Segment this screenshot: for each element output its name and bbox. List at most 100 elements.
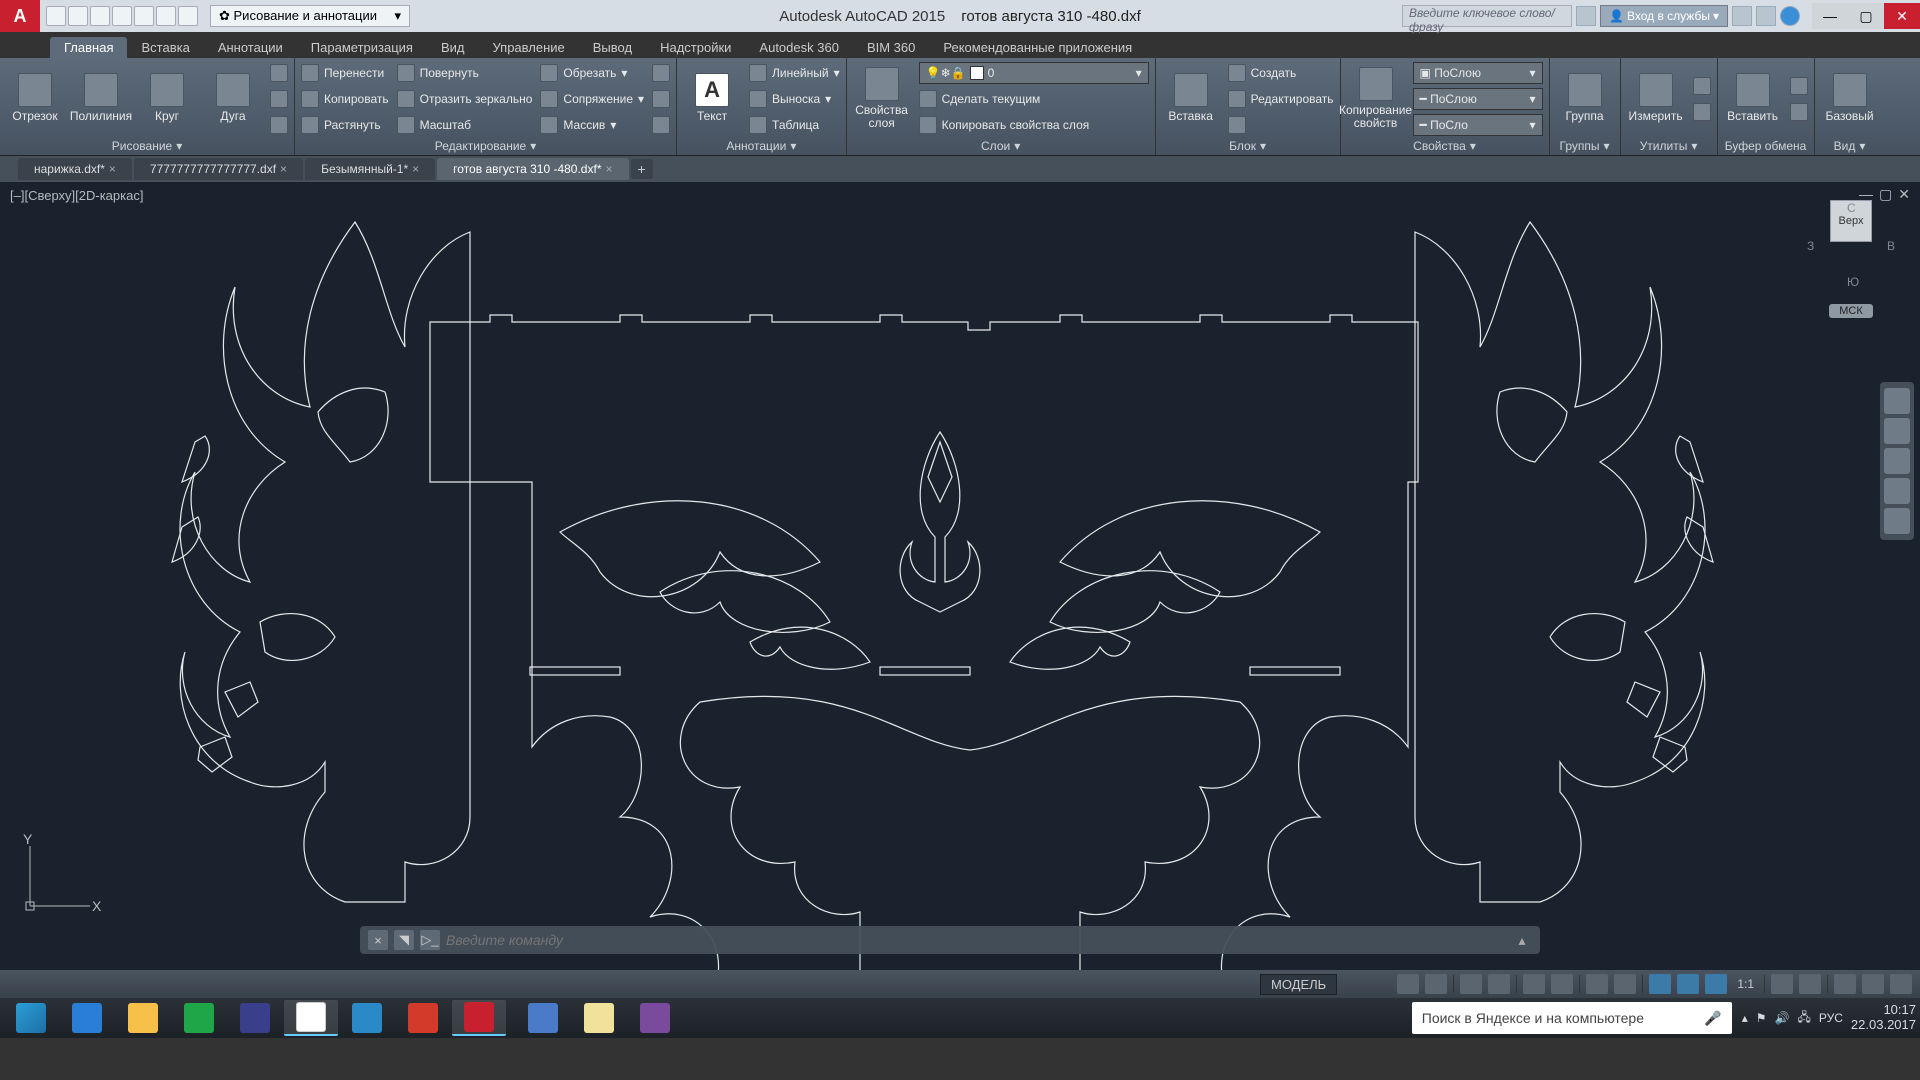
yandex-search[interactable]: Поиск в Яндексе и на компьютере 🎤 [1412,1002,1732,1034]
customize-status-icon[interactable] [1890,974,1912,994]
array-button[interactable]: Массив ▾ [540,114,644,136]
tab-view[interactable]: Вид [427,37,479,58]
tray-clock[interactable]: 10:17 22.03.2017 [1851,1003,1916,1033]
table-button[interactable]: Таблица [749,114,840,136]
arc-button[interactable]: Дуга [204,73,262,123]
tray-volume-icon[interactable]: 🔊 [1775,1011,1790,1025]
clean-screen-icon[interactable] [1862,974,1884,994]
group-button[interactable]: Группа [1556,73,1614,123]
tab-manage[interactable]: Управление [478,37,578,58]
infocenter-search[interactable]: Введите ключевое слово/фразу [1402,5,1572,27]
anno-visibility-icon[interactable] [1705,974,1727,994]
layer-props-button[interactable]: Свойства слоя [853,67,911,130]
otrack-toggle-icon[interactable] [1551,974,1573,994]
taskbar-store[interactable] [172,1000,226,1036]
taskbar-browser[interactable] [340,1000,394,1036]
taskbar-chrome[interactable] [284,1000,338,1036]
tab-output[interactable]: Вывод [579,37,646,58]
osnap-toggle-icon[interactable] [1523,974,1545,994]
polar-toggle-icon[interactable] [1488,974,1510,994]
scale-button[interactable]: Масштаб [397,114,533,136]
cut-button[interactable] [1790,75,1808,97]
hardware-accel-icon[interactable] [1799,974,1821,994]
selection-cycling-icon[interactable] [1649,974,1671,994]
modify-extra-2[interactable] [652,88,670,110]
app-menu[interactable]: A [0,0,40,32]
file-tab-0[interactable]: нарижка.dxf*× [18,158,132,180]
make-current-button[interactable]: Сделать текущим [919,88,1149,110]
taskbar-autocad[interactable] [452,1000,506,1036]
scale-button[interactable]: 1:1 [1733,977,1758,991]
create-block-button[interactable]: Создать [1228,62,1334,84]
layer-selector[interactable]: 💡❄🔒0▾ [919,62,1149,84]
insert-block-button[interactable]: Вставка [1162,73,1220,123]
text-button[interactable]: AТекст [683,73,741,123]
match-props-button[interactable]: Копирование свойств [1347,67,1405,130]
taskbar-ie[interactable] [60,1000,114,1036]
qat-redo-icon[interactable] [178,6,198,26]
draw-flyout-3[interactable] [270,114,288,136]
transparency-toggle-icon[interactable] [1614,974,1636,994]
cmd-recent-icon[interactable]: ▴ [1512,932,1532,949]
leader-button[interactable]: Выноска ▾ [749,88,840,110]
window-restore[interactable]: ▢ [1848,3,1884,29]
grid-toggle-icon[interactable] [1397,974,1419,994]
linetype-selector[interactable]: ━ ПоСло▾ [1413,114,1543,136]
tab-featured[interactable]: Рекомендованные приложения [929,37,1146,58]
tab-a360[interactable]: Autodesk 360 [745,37,853,58]
modify-extra-1[interactable] [652,62,670,84]
taskbar-winrar[interactable] [628,1000,682,1036]
base-view-button[interactable]: Базовый [1821,73,1879,123]
lineweight-toggle-icon[interactable] [1586,974,1608,994]
mic-icon[interactable]: 🎤 [1704,1010,1721,1027]
fillet-button[interactable]: Сопряжение ▾ [540,88,644,110]
taskbar-explorer[interactable] [116,1000,170,1036]
model-space-button[interactable]: МОДЕЛЬ [1260,974,1337,995]
tab-parametric[interactable]: Параметризация [297,37,427,58]
ortho-toggle-icon[interactable] [1460,974,1482,994]
util-2[interactable] [1693,101,1711,123]
polyline-button[interactable]: Полилиния [72,73,130,123]
circle-button[interactable]: Круг [138,73,196,123]
drawing-canvas[interactable]: [–][Сверху][2D-каркас] — ▢ ✕ С В Ю З Вер… [0,182,1920,970]
rotate-button[interactable]: Повернуть [397,62,533,84]
draw-flyout-2[interactable] [270,88,288,110]
tab-home[interactable]: Главная [50,37,127,58]
tab-bim360[interactable]: BIM 360 [853,37,929,58]
cmd-history-icon[interactable]: ◥ [394,930,414,950]
file-tab-3[interactable]: готов августа 310 -480.dxf*× [437,158,628,180]
lineweight-selector[interactable]: ━ ПоСлою▾ [1413,88,1543,110]
tray-language[interactable]: РУС [1819,1011,1843,1025]
util-1[interactable] [1693,75,1711,97]
match-layer-button[interactable]: Копировать свойства слоя [919,114,1149,136]
measure-button[interactable]: Измерить [1627,73,1685,123]
window-minimize[interactable]: — [1812,3,1848,29]
block-extra[interactable] [1228,114,1334,136]
exchange-icon[interactable] [1732,6,1752,26]
window-close[interactable]: ✕ [1884,3,1920,29]
command-line[interactable]: × ◥ ▷_ ▴ [360,926,1540,954]
draw-flyout-1[interactable] [270,62,288,84]
paste-button[interactable]: Вставить [1724,73,1782,123]
stay-connected-icon[interactable] [1756,6,1776,26]
mirror-button[interactable]: Отразить зеркально [397,88,533,110]
tab-addins[interactable]: Надстройки [646,37,745,58]
cmd-close-icon[interactable]: × [368,930,388,950]
taskbar-app-1[interactable] [516,1000,570,1036]
command-input[interactable] [446,932,1506,948]
trim-button[interactable]: Обрезать ▾ [540,62,644,84]
anno-scale-icon[interactable] [1677,974,1699,994]
color-selector[interactable]: ▣ ПоСлою▾ [1413,62,1543,84]
sign-in-button[interactable]: 👤Вход в службы▾ [1600,5,1728,27]
file-tab-2[interactable]: Безымянный-1*× [305,158,435,180]
tray-action-center-icon[interactable]: ⚑ [1756,1011,1767,1025]
qat-plot-icon[interactable] [134,6,154,26]
copy-clip-button[interactable] [1790,101,1808,123]
qat-saveas-icon[interactable] [112,6,132,26]
line-button[interactable]: Отрезок [6,73,64,123]
taskbar-solidworks[interactable] [396,1000,450,1036]
snap-toggle-icon[interactable] [1425,974,1447,994]
qat-open-icon[interactable] [68,6,88,26]
taskbar-mail[interactable] [228,1000,282,1036]
search-go-icon[interactable] [1576,6,1596,26]
